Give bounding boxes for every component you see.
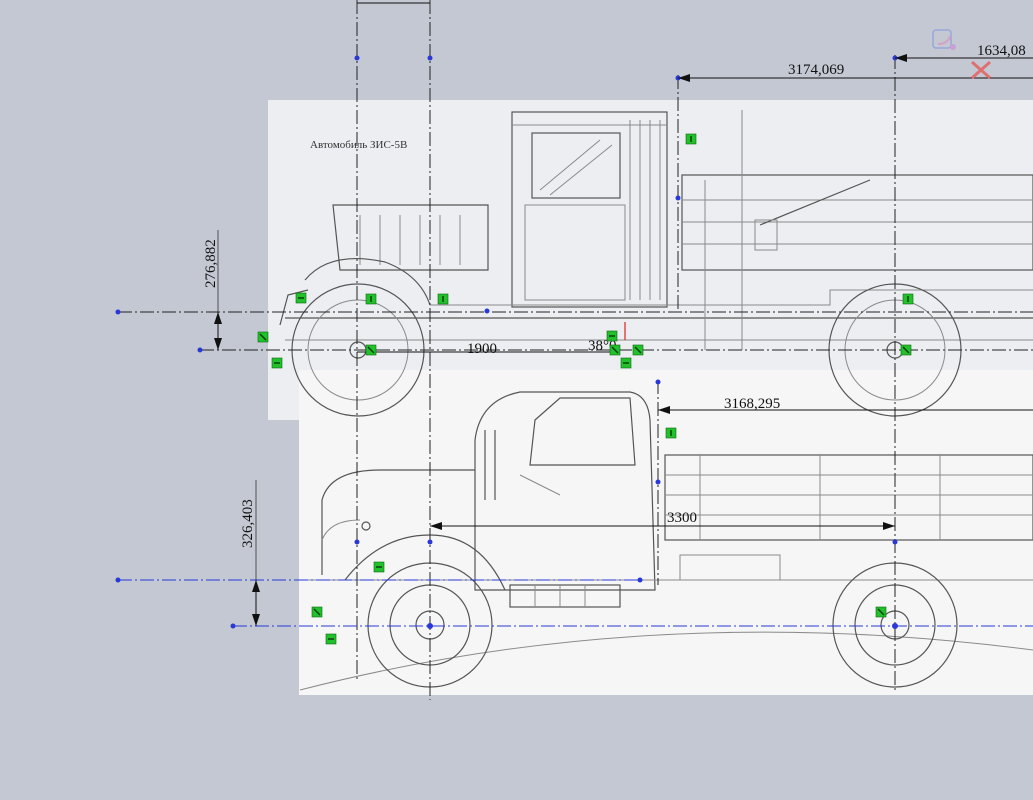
graphics-area[interactable]: Автомобиль ЗИС-5В 3174,069 1634,08 276,8…	[0, 0, 1033, 800]
dimensions[interactable]: 3174,069 1634,08 276,882 1900 38°0 3168,…	[203, 0, 1033, 626]
rotate-view-icon[interactable]	[932, 29, 956, 50]
relation-vertical-icon[interactable]	[902, 293, 914, 305]
dim-326[interactable]: 326,403	[240, 499, 256, 548]
close-cross-icon[interactable]	[971, 60, 991, 80]
relation-vertical-icon[interactable]	[685, 133, 697, 145]
relation-horizontal-icon[interactable]	[295, 292, 307, 304]
relation-horizontal-icon[interactable]	[606, 330, 618, 342]
dim-3168[interactable]: 3168,295	[724, 396, 780, 412]
relation-vertical-icon[interactable]	[665, 427, 677, 439]
dim-1634[interactable]: 1634,08	[977, 43, 1026, 59]
relation-coincident-icon[interactable]	[609, 344, 621, 356]
relation-coincident-icon[interactable]	[875, 606, 887, 618]
dim-1900[interactable]: 1900	[467, 341, 497, 357]
relation-vertical-icon[interactable]	[365, 293, 377, 305]
relation-horizontal-icon[interactable]	[620, 357, 632, 369]
dim-276[interactable]: 276,882	[203, 239, 219, 288]
dim-3300[interactable]: 3300	[667, 510, 697, 526]
construction-lines[interactable]	[118, 0, 1033, 700]
relation-coincident-icon[interactable]	[632, 344, 644, 356]
relation-coincident-icon[interactable]	[257, 331, 269, 343]
relation-coincident-icon[interactable]	[311, 606, 323, 618]
sketch-canvas[interactable]: Автомобиль ЗИС-5В 3174,069 1634,08 276,8…	[0, 0, 1033, 800]
truck-top-drawing	[279, 110, 1033, 417]
relation-horizontal-icon[interactable]	[271, 357, 283, 369]
relation-coincident-icon[interactable]	[900, 344, 912, 356]
relation-horizontal-icon[interactable]	[373, 561, 385, 573]
sketch-points[interactable]	[115, 55, 899, 630]
relation-coincident-icon[interactable]	[365, 344, 377, 356]
caption-zis5v: Автомобиль ЗИС-5В	[310, 139, 407, 151]
relation-vertical-icon[interactable]	[437, 293, 449, 305]
relation-horizontal-icon[interactable]	[325, 633, 337, 645]
dim-3174[interactable]: 3174,069	[788, 62, 844, 78]
